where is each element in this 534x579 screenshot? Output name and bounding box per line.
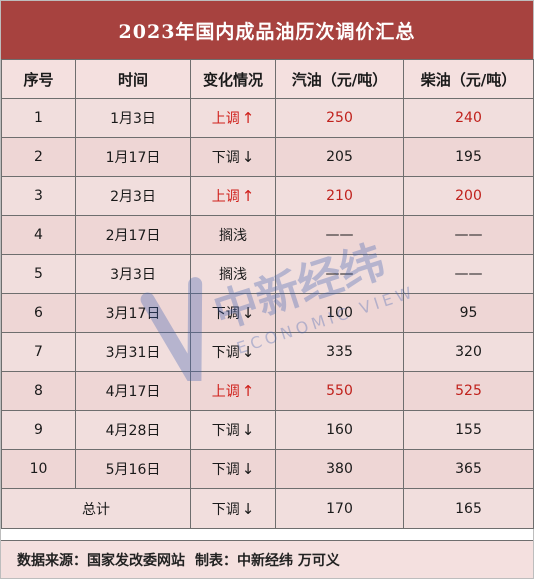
row-change-cell: 上调 ↑ <box>190 176 276 216</box>
row-date: 3月17日 <box>75 293 191 333</box>
row-change-cell: 下调 ↓ <box>190 293 276 333</box>
row-no: 10 <box>1 449 76 489</box>
total-change-cell: 下调 ↓ <box>190 488 276 529</box>
up-arrow-icon: ↑ <box>241 109 255 127</box>
row-diesel: 365 <box>403 449 534 489</box>
row-change-text: 上调 <box>211 384 240 400</box>
row-no: 1 <box>1 98 76 138</box>
table-row: 8 4月17日 上调 ↑ 550 525 <box>1 371 534 411</box>
row-date: 3月31日 <box>75 332 191 372</box>
header-change: 变化情况 <box>190 59 276 99</box>
row-gasoline: —— <box>275 215 404 255</box>
row-no: 2 <box>1 137 76 177</box>
table-row: 9 4月28日 下调 ↓ 160 155 <box>1 410 534 450</box>
row-change-text: 下调 <box>211 423 240 439</box>
data-source: 数据来源：国家发改委网站 <box>17 552 185 569</box>
down-arrow-icon: ↓ <box>241 421 255 439</box>
table-row: 3 2月3日 上调 ↑ 210 200 <box>1 176 534 216</box>
row-gasoline: 380 <box>275 449 404 489</box>
down-arrow-icon: ↓ <box>241 460 255 478</box>
row-no: 8 <box>1 371 76 411</box>
table-body: 1 1月3日 上调 ↑ 250 240 2 1月17日 下调 ↓ 205 195 3 2月3日 上调 ↑ 210… <box>1 98 534 489</box>
row-diesel: —— <box>403 254 534 294</box>
table-row: 5 3月3日 搁浅 —— —— <box>1 254 534 294</box>
row-no: 5 <box>1 254 76 294</box>
row-date: 1月17日 <box>75 137 191 177</box>
total-change-text: 下调 <box>211 501 240 518</box>
row-change-cell: 下调 ↓ <box>190 410 276 450</box>
row-diesel: 195 <box>403 137 534 177</box>
table-title: 2023年国内成品油历次调价汇总 <box>1 1 533 60</box>
row-gasoline: 100 <box>275 293 404 333</box>
total-label: 总计 <box>1 488 191 529</box>
row-no: 9 <box>1 410 76 450</box>
row-diesel: 95 <box>403 293 534 333</box>
up-arrow-icon: ↑ <box>241 382 255 400</box>
row-date: 4月17日 <box>75 371 191 411</box>
row-change-cell: 上调 ↑ <box>190 371 276 411</box>
down-arrow-icon: ↓ <box>241 499 255 518</box>
row-no: 3 <box>1 176 76 216</box>
row-change-cell: 搁浅 <box>190 215 276 255</box>
row-change-cell: 上调 ↑ <box>190 98 276 138</box>
header-diesel: 柴油（元/吨） <box>403 59 534 99</box>
row-change-text: 下调 <box>211 462 240 478</box>
row-change-cell: 下调 ↓ <box>190 332 276 372</box>
row-no: 7 <box>1 332 76 372</box>
row-change-text: 下调 <box>211 306 240 322</box>
row-change-text: 上调 <box>211 189 240 205</box>
header-row: 序号 时间 变化情况 汽油（元/吨） 柴油（元/吨） <box>1 59 534 99</box>
table-row: 1 1月3日 上调 ↑ 250 240 <box>1 98 534 138</box>
footer-note: 数据来源：国家发改委网站 制表：中新经纬 万可义 <box>1 540 533 578</box>
row-change-text: 下调 <box>211 345 240 361</box>
row-diesel: 240 <box>403 98 534 138</box>
header-no: 序号 <box>1 59 76 99</box>
row-gasoline: 160 <box>275 410 404 450</box>
row-diesel: 155 <box>403 410 534 450</box>
row-change-cell: 搁浅 <box>190 254 276 294</box>
row-gasoline: 210 <box>275 176 404 216</box>
row-gasoline: —— <box>275 254 404 294</box>
row-change-cell: 下调 ↓ <box>190 137 276 177</box>
row-gasoline: 205 <box>275 137 404 177</box>
table-row: 10 5月16日 下调 ↓ 380 365 <box>1 449 534 489</box>
header-gasoline: 汽油（元/吨） <box>275 59 404 99</box>
table-row: 7 3月31日 下调 ↓ 335 320 <box>1 332 534 372</box>
down-arrow-icon: ↓ <box>241 304 255 322</box>
total-row: 总计 下调 ↓ 170 165 <box>1 488 534 529</box>
table-maker: 制表：中新经纬 万可义 <box>195 552 340 569</box>
row-change-text: 上调 <box>211 111 240 127</box>
row-change-text: 下调 <box>211 150 240 166</box>
row-date: 3月3日 <box>75 254 191 294</box>
summary-sheet: 2023年国内成品油历次调价汇总 序号 时间 变化情况 汽油（元/吨） 柴油（元… <box>0 0 534 579</box>
row-no: 4 <box>1 215 76 255</box>
row-no: 6 <box>1 293 76 333</box>
row-change-text: 搁浅 <box>219 228 247 244</box>
row-gasoline: 550 <box>275 371 404 411</box>
row-change-text: 搁浅 <box>219 267 247 283</box>
total-diesel: 165 <box>403 488 534 529</box>
row-diesel: —— <box>403 215 534 255</box>
total-gasoline: 170 <box>275 488 404 529</box>
down-arrow-icon: ↓ <box>241 343 255 361</box>
row-date: 1月3日 <box>75 98 191 138</box>
down-arrow-icon: ↓ <box>241 148 255 166</box>
row-diesel: 525 <box>403 371 534 411</box>
row-date: 5月16日 <box>75 449 191 489</box>
row-date: 2月3日 <box>75 176 191 216</box>
row-date: 4月28日 <box>75 410 191 450</box>
row-gasoline: 250 <box>275 98 404 138</box>
table-row: 2 1月17日 下调 ↓ 205 195 <box>1 137 534 177</box>
header-date: 时间 <box>75 59 191 99</box>
row-gasoline: 335 <box>275 332 404 372</box>
row-change-cell: 下调 ↓ <box>190 449 276 489</box>
table-row: 6 3月17日 下调 ↓ 100 95 <box>1 293 534 333</box>
up-arrow-icon: ↑ <box>241 187 255 205</box>
price-adjustment-table: 序号 时间 变化情况 汽油（元/吨） 柴油（元/吨） 1 1月3日 上调 ↑ 250 24… <box>1 59 534 529</box>
row-diesel: 320 <box>403 332 534 372</box>
row-diesel: 200 <box>403 176 534 216</box>
table-row: 4 2月17日 搁浅 —— —— <box>1 215 534 255</box>
row-date: 2月17日 <box>75 215 191 255</box>
